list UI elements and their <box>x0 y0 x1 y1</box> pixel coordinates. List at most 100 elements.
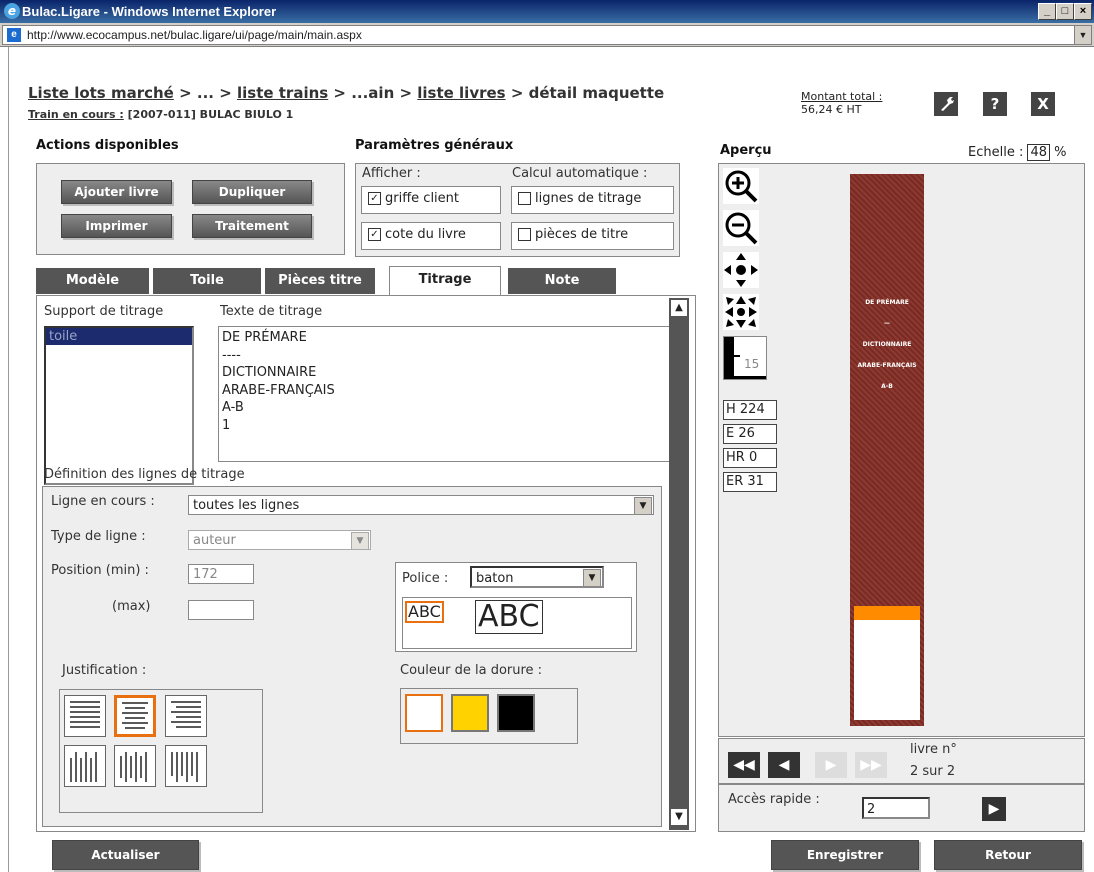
scroll-up-icon[interactable]: ▲ <box>670 299 688 317</box>
pos-min-input[interactable]: 172 <box>188 564 254 584</box>
acces-label: Accès rapide : <box>728 792 820 807</box>
ruler-box: 15 <box>723 336 767 380</box>
close-icon[interactable]: X <box>1031 92 1055 116</box>
ruler-bar <box>724 337 734 379</box>
spine-label-area <box>854 620 920 720</box>
ajouter-livre-button[interactable]: Ajouter livre <box>61 180 172 204</box>
support-list[interactable]: toile <box>44 326 194 485</box>
dim-e: E 26 <box>723 424 777 444</box>
actualiser-button[interactable]: Actualiser <box>52 840 199 870</box>
crumb-sep-1: > ... > <box>173 84 237 102</box>
address-bar: e http://www.ecocampus.net/bulac.ligare/… <box>0 23 1094 47</box>
actions-title: Actions disponibles <box>36 138 179 153</box>
chevron-down-icon[interactable]: ▼ <box>351 532 369 550</box>
abc-large-preview[interactable]: ABC <box>475 600 543 634</box>
traitement-button[interactable]: Traitement <box>192 214 312 238</box>
imprimer-button[interactable]: Imprimer <box>61 214 172 238</box>
echelle-label: Echelle : <box>968 145 1024 160</box>
breadcrumb: Liste lots marché > ... > liste trains >… <box>28 84 664 102</box>
tab-note[interactable]: Note <box>508 268 616 294</box>
color-black-swatch[interactable] <box>497 694 535 732</box>
prev-book-icon[interactable]: ◀ <box>768 752 800 778</box>
justify-left-button[interactable] <box>64 695 106 737</box>
echelle-input[interactable]: 48 <box>1027 144 1051 161</box>
next-book-icon[interactable]: ▶ <box>815 752 847 778</box>
type-select[interactable]: auteur ▼ <box>188 530 371 550</box>
griffe-option[interactable]: ✓ griffe client <box>361 186 501 214</box>
griffe-checkbox[interactable]: ✓ <box>368 192 381 205</box>
lignes-checkbox[interactable] <box>518 192 531 205</box>
help-icon[interactable]: ? <box>983 92 1007 116</box>
color-gold-swatch[interactable] <box>451 694 489 732</box>
ligne-select[interactable]: toutes les lignes ▼ <box>188 495 654 515</box>
dim-hr: HR 0 <box>723 448 777 468</box>
pos-max-input[interactable] <box>188 600 254 620</box>
justify-center-button[interactable] <box>114 695 156 737</box>
texte-line: ARABE-FRANÇAIS <box>222 382 335 398</box>
tab-pieces-titre[interactable]: Pièces titre <box>265 268 375 294</box>
type-value: auteur <box>193 533 236 548</box>
justify-vertical-center-button[interactable] <box>114 745 156 787</box>
pieces-checkbox[interactable] <box>518 228 531 241</box>
justify-vertical-left-button[interactable] <box>64 745 106 787</box>
montant-value: 56,24 € HT <box>801 103 862 116</box>
ruler-tick <box>734 355 740 357</box>
scroll-down-icon[interactable]: ▼ <box>670 808 688 826</box>
police-select[interactable]: baton ▼ <box>470 566 604 588</box>
tab-modele[interactable]: Modèle <box>36 268 149 294</box>
texte-label: Texte de titrage <box>220 304 323 319</box>
last-book-icon[interactable]: ▶▶ <box>855 752 887 778</box>
texte-line: ---- <box>222 347 241 363</box>
crumb-liste-trains[interactable]: liste trains <box>237 84 328 102</box>
dupliquer-button[interactable]: Dupliquer <box>192 180 312 204</box>
support-item-toile[interactable]: toile <box>46 328 192 345</box>
crumb-sep-2: > ...ain > <box>328 84 418 102</box>
echelle-pct: % <box>1054 145 1067 160</box>
livre-value: 2 sur 2 <box>910 764 956 779</box>
url-field[interactable]: e http://www.ecocampus.net/bulac.ligare/… <box>2 25 1092 45</box>
montant-total: Montant total : 56,24 € HT <box>801 90 882 116</box>
justify-vertical-right-button[interactable] <box>165 745 207 787</box>
pan-icon[interactable] <box>723 252 759 288</box>
couleur-label: Couleur de la dorure : <box>400 663 543 678</box>
pieces-option[interactable]: pièces de titre <box>511 222 674 250</box>
go-arrow-icon[interactable]: ▶ <box>982 797 1006 821</box>
lignes-option[interactable]: lignes de titrage <box>511 186 674 214</box>
definition-label: Définition des lignes de titrage <box>44 467 245 482</box>
chevron-down-icon[interactable]: ▼ <box>634 497 652 515</box>
abc-small-preview[interactable]: ABC <box>405 601 444 623</box>
color-white-swatch[interactable] <box>405 694 443 732</box>
acces-input[interactable]: 2 <box>862 797 930 819</box>
montant-label[interactable]: Montant total : <box>801 90 882 103</box>
griffe-label: griffe client <box>385 191 460 206</box>
first-book-icon[interactable]: ◀◀ <box>728 752 760 778</box>
tab-toile[interactable]: Toile <box>153 268 261 294</box>
police-box: Police : baton ▼ ABC ABC <box>395 562 637 652</box>
close-window-button[interactable]: × <box>1074 3 1092 20</box>
train-label[interactable]: Train en cours : <box>28 108 124 121</box>
crumb-liste-lots[interactable]: Liste lots marché <box>28 84 174 102</box>
tab-titrage[interactable]: Titrage <box>389 266 501 297</box>
support-label: Support de titrage <box>44 304 164 319</box>
crumb-liste-livres[interactable]: liste livres <box>417 84 505 102</box>
url-dropdown-icon[interactable]: ▼ <box>1074 26 1091 44</box>
tools-icon[interactable] <box>934 92 958 116</box>
texte-line: DICTIONNAIRE <box>222 365 317 380</box>
zoom-out-icon[interactable] <box>723 210 759 246</box>
cote-checkbox[interactable]: ✓ <box>368 228 381 241</box>
enregistrer-button[interactable]: Enregistrer <box>771 840 919 870</box>
justify-right-button[interactable] <box>165 695 207 737</box>
dim-h: H 224 <box>723 400 777 420</box>
retour-button[interactable]: Retour <box>934 840 1082 870</box>
maximize-button[interactable]: □ <box>1056 3 1074 20</box>
book-spine: DE PRÉMARE — DICTIONNAIRE ARABE-FRANÇAIS… <box>850 174 924 726</box>
texte-textarea[interactable]: DE PRÉMARE ---- DICTIONNAIRE ARABE-FRANÇ… <box>218 326 671 462</box>
spine-line: DE PRÉMARE <box>865 299 909 306</box>
zoom-in-icon[interactable] <box>723 168 759 204</box>
fit-icon[interactable] <box>723 294 759 330</box>
minimize-button[interactable]: _ <box>1038 3 1056 20</box>
panel-scrollbar[interactable] <box>669 298 689 830</box>
cote-option[interactable]: ✓ cote du livre <box>361 222 501 250</box>
chevron-down-icon[interactable]: ▼ <box>583 569 601 587</box>
spine-label-band <box>854 606 920 620</box>
